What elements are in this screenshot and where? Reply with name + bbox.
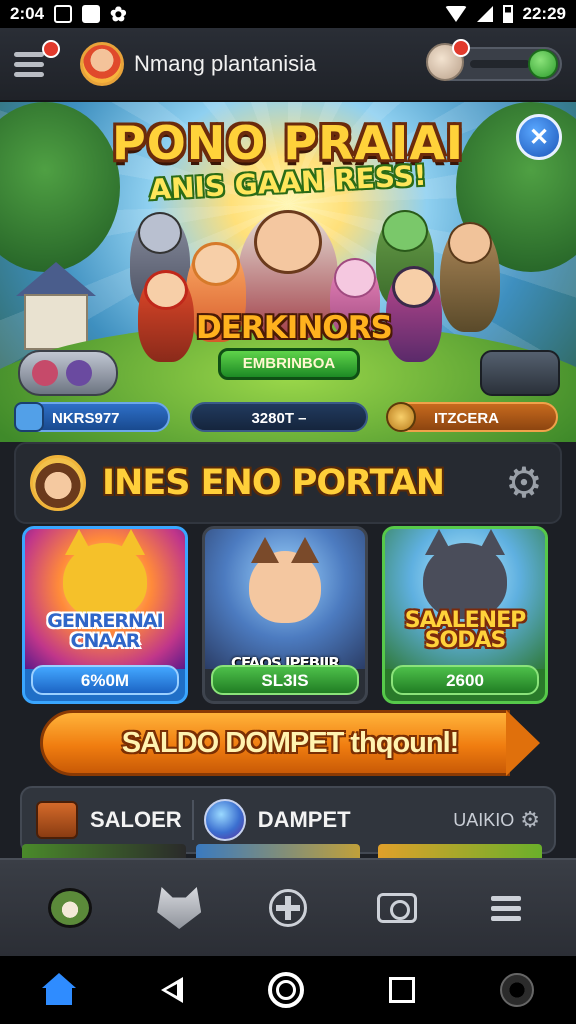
- wallet-extra[interactable]: UAIKIO ⚙: [453, 807, 540, 833]
- home-icon[interactable]: [42, 973, 77, 1007]
- banner-logo-plate: EMBRINBOA: [218, 348, 360, 380]
- card-title-1: GENRERNAI CNAAR: [47, 610, 163, 652]
- wifi-icon: [444, 6, 467, 22]
- notification-icon: [54, 5, 73, 23]
- character-ninja: [386, 266, 442, 362]
- back-icon[interactable]: [161, 977, 184, 1003]
- game-console-left: [18, 350, 118, 396]
- banner-logo-text: DERKINORS: [196, 310, 393, 346]
- stat-icon-1: [14, 402, 44, 432]
- chest-icon[interactable]: [36, 801, 78, 839]
- globe-icon[interactable]: [203, 799, 246, 841]
- currency-progress: [470, 60, 530, 68]
- currency-box[interactable]: [426, 39, 562, 81]
- stat-value-1: NKRS977: [52, 410, 120, 427]
- card-price-1[interactable]: 6%0M: [31, 665, 179, 695]
- signal-icon: [476, 6, 493, 22]
- cat-mascot-icon: [63, 529, 147, 619]
- more-cards-strip: [22, 844, 554, 858]
- character-soldier: [440, 222, 500, 332]
- app-header: Nmang plantanisia: [0, 28, 576, 102]
- tab-menu[interactable]: [476, 878, 536, 938]
- user-avatar[interactable]: [80, 42, 124, 86]
- frog-icon: [48, 888, 93, 928]
- wallet-balance-label: SALDO DOMPET thqounl!: [121, 727, 460, 759]
- notification-badge: [42, 40, 60, 58]
- banner-logo: DERKINORS EMBRINBOA: [196, 310, 393, 380]
- menu-icon-bar: [14, 71, 44, 77]
- camera-icon: [376, 893, 417, 923]
- game-card-1[interactable]: GENRERNAI CNAAR 6%0M: [22, 526, 188, 704]
- assistant-icon[interactable]: [267, 972, 304, 1008]
- stat-badge-1[interactable]: NKRS977: [14, 402, 170, 432]
- game-card-2[interactable]: CFAOS IPEBIIR SL3IS: [202, 526, 368, 704]
- share-button[interactable]: ✕: [516, 114, 562, 160]
- monster-icon[interactable]: [499, 973, 534, 1007]
- hamburger-icon: [490, 895, 521, 921]
- menu-button[interactable]: [14, 40, 60, 86]
- bottom-tab-bar: [0, 844, 576, 956]
- girl-character-icon: [249, 537, 321, 623]
- wallet-extra-label: UAIKIO: [453, 809, 515, 830]
- status-time-left: 2:04: [10, 4, 45, 23]
- game-card-3[interactable]: SAALENEP SODAS 2600: [382, 526, 548, 704]
- wolf-icon: [157, 887, 202, 929]
- add-currency-button[interactable]: [528, 49, 558, 79]
- app-notification-icon: [82, 5, 101, 23]
- gem-badge: [452, 39, 470, 57]
- gear-icon: ⚙: [520, 807, 540, 832]
- stat-value-3: ITZCERA: [434, 410, 499, 427]
- menu-icon-bar: [14, 61, 44, 67]
- settings-status-icon: ✿: [110, 3, 127, 26]
- card-price-2[interactable]: SL3IS: [211, 665, 359, 695]
- menu-icon: [14, 51, 44, 57]
- stat-badge-2[interactable]: 3280T –: [190, 402, 368, 432]
- coin-icon: [386, 402, 416, 432]
- promo-banner[interactable]: PONO PRAIAI ANIS GAAN RESS! ✕ DERKINORS …: [0, 102, 576, 442]
- user-name: Nmang plantanisia: [134, 51, 317, 76]
- screen: 2:04 ✿ 22:29 Nmang plantanisia PONO PRAI…: [0, 0, 576, 1024]
- share-icon: ✕: [528, 123, 550, 151]
- gamepad-icon: [268, 889, 307, 927]
- section-title: INES ENO PORTAN: [102, 463, 445, 503]
- wallet-balance-button[interactable]: SALDO DOMPET thqounl!: [40, 710, 540, 776]
- gear-icon[interactable]: ⚙: [502, 461, 546, 505]
- section-header: INES ENO PORTAN ⚙: [14, 442, 562, 524]
- tab-home[interactable]: [40, 878, 100, 938]
- wallet-left-label[interactable]: SALOER: [90, 807, 182, 833]
- tab-camera[interactable]: [367, 878, 427, 938]
- card-title-3: SAALENEP SODAS: [404, 608, 527, 653]
- divider: [191, 800, 194, 840]
- game-console-right: [480, 350, 560, 396]
- character-boy-red: [138, 270, 194, 362]
- status-bar: 2:04 ✿ 22:29: [0, 0, 576, 28]
- banner-stats: NKRS977 3280T – ITZCERA: [0, 400, 576, 436]
- card-price-3[interactable]: 2600: [391, 665, 539, 695]
- battery-icon: [502, 5, 513, 23]
- section-avatar: [30, 455, 86, 511]
- status-time-right: 22:29: [522, 4, 566, 23]
- card-art-2: [205, 529, 365, 669]
- recents-icon[interactable]: [388, 977, 415, 1003]
- tab-characters[interactable]: [149, 878, 209, 938]
- stat-badge-3[interactable]: ITZCERA: [386, 402, 558, 432]
- tab-games[interactable]: [258, 878, 318, 938]
- wallet-right-label[interactable]: DAMPET: [258, 807, 351, 833]
- house-illustration: [16, 262, 96, 352]
- system-nav-bar: [0, 956, 576, 1024]
- stat-value-2: 3280T –: [251, 410, 307, 427]
